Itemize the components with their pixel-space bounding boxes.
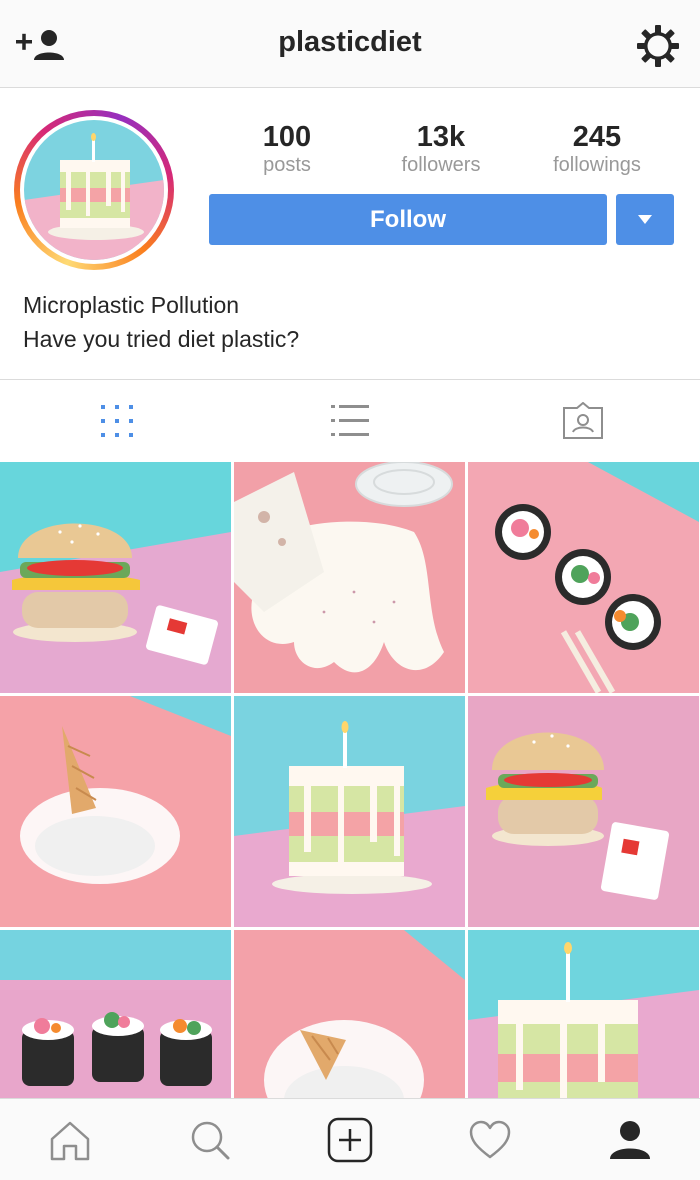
post-thumbnail-cake-2[interactable]	[468, 930, 699, 1098]
top-bar: plasticdiet	[0, 0, 700, 88]
bio: Microplastic Pollution Have you tried di…	[23, 288, 299, 356]
post-thumbnail-ice-cream-cone-2[interactable]	[234, 930, 465, 1098]
post-thumbnail-cake[interactable]	[234, 696, 465, 927]
nav-search[interactable]	[140, 1099, 280, 1180]
bottom-navigation	[0, 1098, 700, 1180]
followings-label: followings	[553, 154, 641, 176]
post-thumbnail-ice-cream-cone[interactable]	[0, 696, 231, 927]
followers-label: followers	[401, 154, 481, 176]
nav-profile[interactable]	[560, 1099, 700, 1180]
settings-button[interactable]	[636, 24, 680, 68]
tab-list[interactable]	[233, 380, 466, 462]
post-thumbnail-sushi-2[interactable]	[0, 930, 231, 1098]
tab-grid[interactable]	[0, 380, 233, 462]
posts-label: posts	[263, 154, 311, 176]
avatar-story-ring[interactable]	[14, 110, 174, 270]
list-view-icon	[330, 405, 369, 436]
bio-name: Microplastic Pollution	[23, 292, 240, 318]
posts-grid	[0, 462, 700, 1098]
tab-tagged[interactable]	[466, 380, 699, 462]
profile-section: 100 posts 13k followers 245 followings F…	[0, 88, 700, 380]
post-thumbnail-burger[interactable]	[0, 462, 231, 693]
post-thumbnail-sushi[interactable]	[468, 462, 699, 693]
post-thumbnail-spilled-cup[interactable]	[234, 462, 465, 693]
view-tabs	[0, 380, 700, 462]
gear-icon	[637, 25, 679, 67]
follow-button[interactable]: Follow	[209, 194, 607, 245]
nav-add-post[interactable]	[280, 1099, 420, 1180]
add-post-icon	[327, 1117, 373, 1163]
posts-stat[interactable]: 100 posts	[212, 121, 362, 177]
posts-count: 100	[262, 121, 312, 153]
avatar	[24, 120, 164, 260]
profile-icon	[610, 1121, 650, 1159]
tagged-photos-icon	[562, 402, 603, 439]
nav-activity[interactable]	[420, 1099, 560, 1180]
grid-view-icon	[100, 405, 133, 437]
followings-stat[interactable]: 245 followings	[522, 121, 672, 177]
followers-stat[interactable]: 13k followers	[366, 121, 516, 177]
bio-text: Have you tried diet plastic?	[23, 326, 300, 352]
nav-home[interactable]	[0, 1099, 140, 1180]
post-thumbnail-burger-2[interactable]	[468, 696, 699, 927]
followers-count: 13k	[416, 121, 466, 153]
suggestions-dropdown-button[interactable]	[616, 194, 674, 245]
heart-icon	[469, 1120, 511, 1159]
home-icon	[50, 1121, 90, 1161]
caret-down-icon	[638, 215, 652, 224]
search-icon	[191, 1121, 230, 1160]
followings-count: 245	[572, 121, 622, 153]
page-title: plasticdiet	[278, 26, 422, 58]
